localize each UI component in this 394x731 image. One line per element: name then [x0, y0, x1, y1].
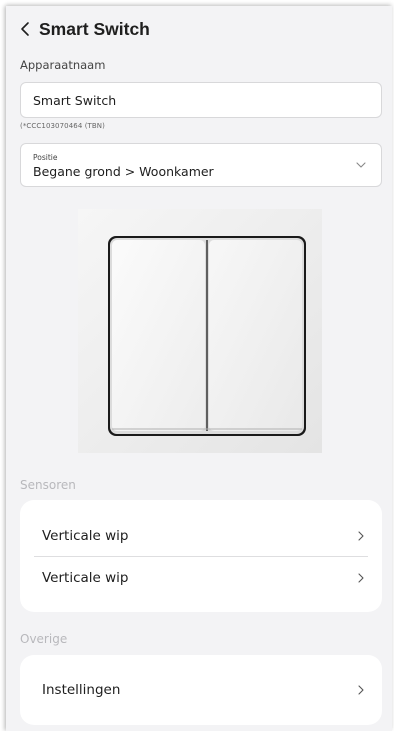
- device-id: (*CCC103070464 (TBN): [20, 122, 105, 130]
- settings-label: Instellingen: [42, 682, 121, 698]
- position-label: Positie: [33, 153, 58, 162]
- header: Smart Switch: [6, 6, 392, 52]
- switch-rocker-right: [209, 240, 302, 431]
- list-item-sensor-1[interactable]: Verticale wip: [34, 516, 368, 556]
- chevron-right-icon: [358, 531, 364, 541]
- switch-rocker-left: [112, 240, 205, 431]
- position-select[interactable]: Positie Begane grond > Woonkamer: [20, 143, 382, 187]
- page-title: Smart Switch: [39, 18, 150, 39]
- section-sensors-label: Sensoren: [20, 478, 76, 492]
- switch-image: [78, 209, 322, 453]
- list-item-settings[interactable]: Instellingen: [34, 670, 368, 710]
- device-name-value: Smart Switch: [33, 92, 117, 108]
- position-value: Begane grond > Woonkamer: [33, 164, 214, 179]
- device-settings-screen: Smart Switch Apparaatnaam Smart Switch (…: [6, 6, 392, 731]
- divider: [34, 556, 368, 557]
- list-item-sensor-2[interactable]: Verticale wip: [34, 558, 368, 598]
- device-name-field[interactable]: Smart Switch: [20, 82, 382, 118]
- switch-illustration: [78, 209, 322, 453]
- device-name-label: Apparaatnaam: [20, 58, 106, 72]
- sensor-2-label: Verticale wip: [42, 570, 129, 586]
- chevron-right-icon: [358, 573, 364, 583]
- chevron-right-icon: [358, 685, 364, 695]
- back-button[interactable]: [14, 18, 36, 40]
- other-card: Instellingen: [20, 655, 382, 725]
- section-other-label: Overige: [20, 632, 68, 646]
- sensor-1-label: Verticale wip: [42, 528, 129, 544]
- sensors-card: Verticale wip Verticale wip: [20, 500, 382, 612]
- chevron-down-icon: [356, 162, 366, 168]
- chevron-left-icon: [21, 22, 29, 36]
